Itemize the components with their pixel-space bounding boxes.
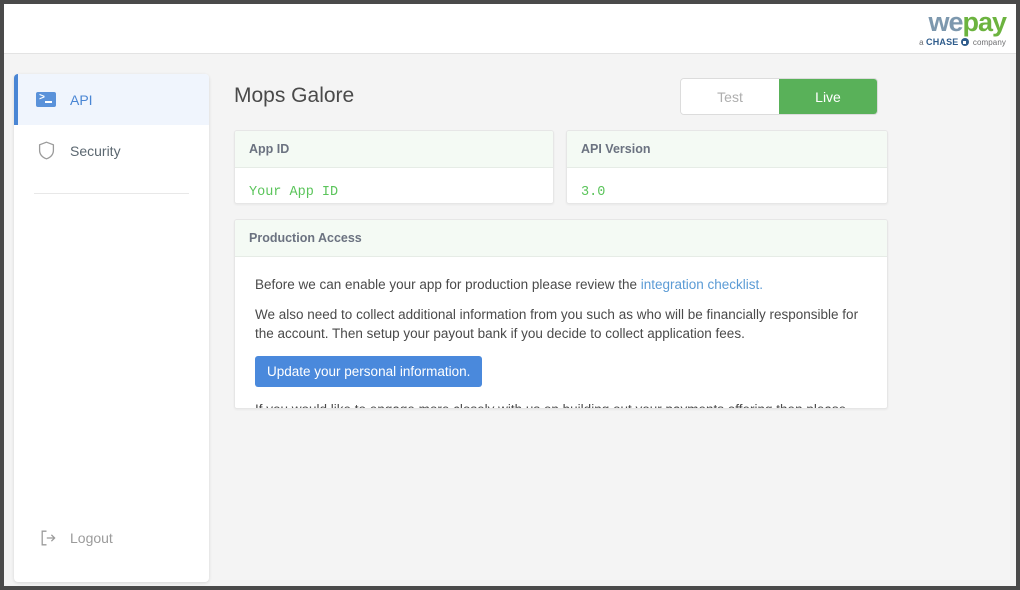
production-access-card: Production Access Before we can enable y… <box>234 219 888 409</box>
update-personal-information-button[interactable]: Update your personal information. <box>255 356 482 387</box>
logout-button[interactable]: Logout <box>14 518 209 558</box>
production-access-card-title: Production Access <box>235 220 887 257</box>
sidebar-item-api-label: API <box>70 92 93 108</box>
logo-we-text: we <box>928 7 962 37</box>
logo-tagline: a CHASE company <box>919 37 1006 47</box>
production-paragraph-3-text: If you would like to engage more closely… <box>255 402 846 409</box>
toggle-option-test[interactable]: Test <box>681 79 779 114</box>
logo-tagline-chase: CHASE <box>926 37 959 47</box>
production-paragraph-3: If you would like to engage more closely… <box>255 400 867 409</box>
production-paragraph-1-text: Before we can enable your app for produc… <box>255 277 641 292</box>
wepay-logo: wepay a CHASE company <box>919 9 1006 47</box>
production-paragraph-1: Before we can enable your app for produc… <box>255 275 867 294</box>
logo-pay-text: pay <box>962 7 1006 37</box>
logo-tagline-prefix: a <box>919 38 926 47</box>
sidebar-item-api[interactable]: API <box>14 74 209 125</box>
page-title: Mops Galore <box>234 84 354 108</box>
app-id-card-title: App ID <box>235 131 553 168</box>
production-paragraph-2: We also need to collect additional infor… <box>255 305 867 343</box>
sidebar-item-security-label: Security <box>70 143 121 159</box>
integration-checklist-link[interactable]: integration checklist. <box>641 277 763 292</box>
sidebar-divider <box>34 193 189 194</box>
api-version-card-body: 3.0 <box>567 168 887 204</box>
sidebar: API Security Logout <box>14 74 209 582</box>
top-bar: wepay a CHASE company <box>4 4 1016 54</box>
shield-icon <box>36 141 56 161</box>
app-id-value: Your App ID <box>249 185 338 200</box>
app-id-card-body: Your App ID <box>235 168 553 204</box>
app-window: wepay a CHASE company API Security <box>4 4 1016 586</box>
production-access-card-body: Before we can enable your app for produc… <box>235 257 887 409</box>
chase-octagon-icon <box>961 38 969 46</box>
logo-tagline-suffix: company <box>971 38 1006 47</box>
logout-label: Logout <box>70 530 113 546</box>
sidebar-item-security[interactable]: Security <box>14 125 209 176</box>
toggle-option-live[interactable]: Live <box>779 79 877 114</box>
sign-out-icon <box>38 528 58 548</box>
mode-toggle[interactable]: Test Live <box>680 78 878 115</box>
api-version-value: 3.0 <box>581 185 605 200</box>
logo-wordmark: wepay <box>919 9 1006 35</box>
terminal-icon <box>36 90 56 110</box>
api-version-card: API Version 3.0 <box>566 130 888 204</box>
app-id-card: App ID Your App ID <box>234 130 554 204</box>
api-version-card-title: API Version <box>567 131 887 168</box>
